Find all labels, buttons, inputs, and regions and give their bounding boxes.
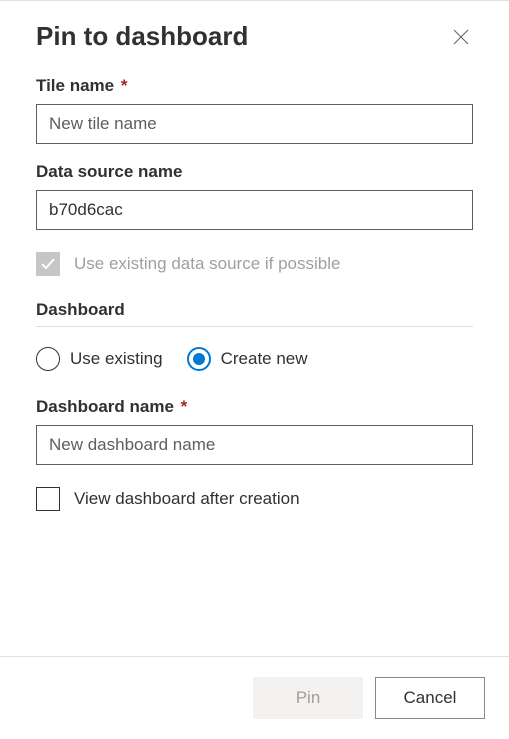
data-source-input[interactable] <box>36 190 473 230</box>
dialog-header: Pin to dashboard <box>36 21 473 52</box>
required-indicator: * <box>121 76 128 95</box>
use-existing-source-row: Use existing data source if possible <box>36 252 473 276</box>
dialog-title: Pin to dashboard <box>36 21 248 52</box>
required-indicator: * <box>181 397 188 416</box>
dashboard-radio-group: Use existing Create new <box>36 347 473 371</box>
dashboard-name-group: Dashboard name * <box>36 397 473 465</box>
data-source-group: Data source name <box>36 162 473 230</box>
dashboard-section-label: Dashboard <box>36 300 473 320</box>
use-existing-source-checkbox <box>36 252 60 276</box>
radio-dot-icon <box>193 353 205 365</box>
radio-circle-selected-icon <box>187 347 211 371</box>
view-after-row[interactable]: View dashboard after creation <box>36 487 473 511</box>
radio-create-new-label: Create new <box>221 349 308 369</box>
dashboard-name-input[interactable] <box>36 425 473 465</box>
dashboard-name-label: Dashboard name * <box>36 397 473 417</box>
tile-name-label: Tile name * <box>36 76 473 96</box>
cancel-button[interactable]: Cancel <box>375 677 485 719</box>
tile-name-group: Tile name * <box>36 76 473 144</box>
pin-to-dashboard-dialog: Pin to dashboard Tile name * Data source… <box>0 0 509 739</box>
data-source-label: Data source name <box>36 162 473 182</box>
dashboard-name-label-text: Dashboard name <box>36 397 174 416</box>
view-after-checkbox[interactable] <box>36 487 60 511</box>
tile-name-input[interactable] <box>36 104 473 144</box>
use-existing-source-label: Use existing data source if possible <box>74 254 340 274</box>
pin-button[interactable]: Pin <box>253 677 363 719</box>
view-after-label: View dashboard after creation <box>74 489 300 509</box>
close-icon <box>453 29 469 45</box>
dialog-content: Pin to dashboard Tile name * Data source… <box>0 1 509 656</box>
tile-name-label-text: Tile name <box>36 76 114 95</box>
radio-use-existing[interactable]: Use existing <box>36 347 163 371</box>
radio-circle-icon <box>36 347 60 371</box>
checkmark-icon <box>40 256 56 272</box>
radio-use-existing-label: Use existing <box>70 349 163 369</box>
close-button[interactable] <box>449 25 473 49</box>
radio-create-new[interactable]: Create new <box>187 347 308 371</box>
dialog-footer: Pin Cancel <box>0 656 509 739</box>
section-divider <box>36 326 473 327</box>
